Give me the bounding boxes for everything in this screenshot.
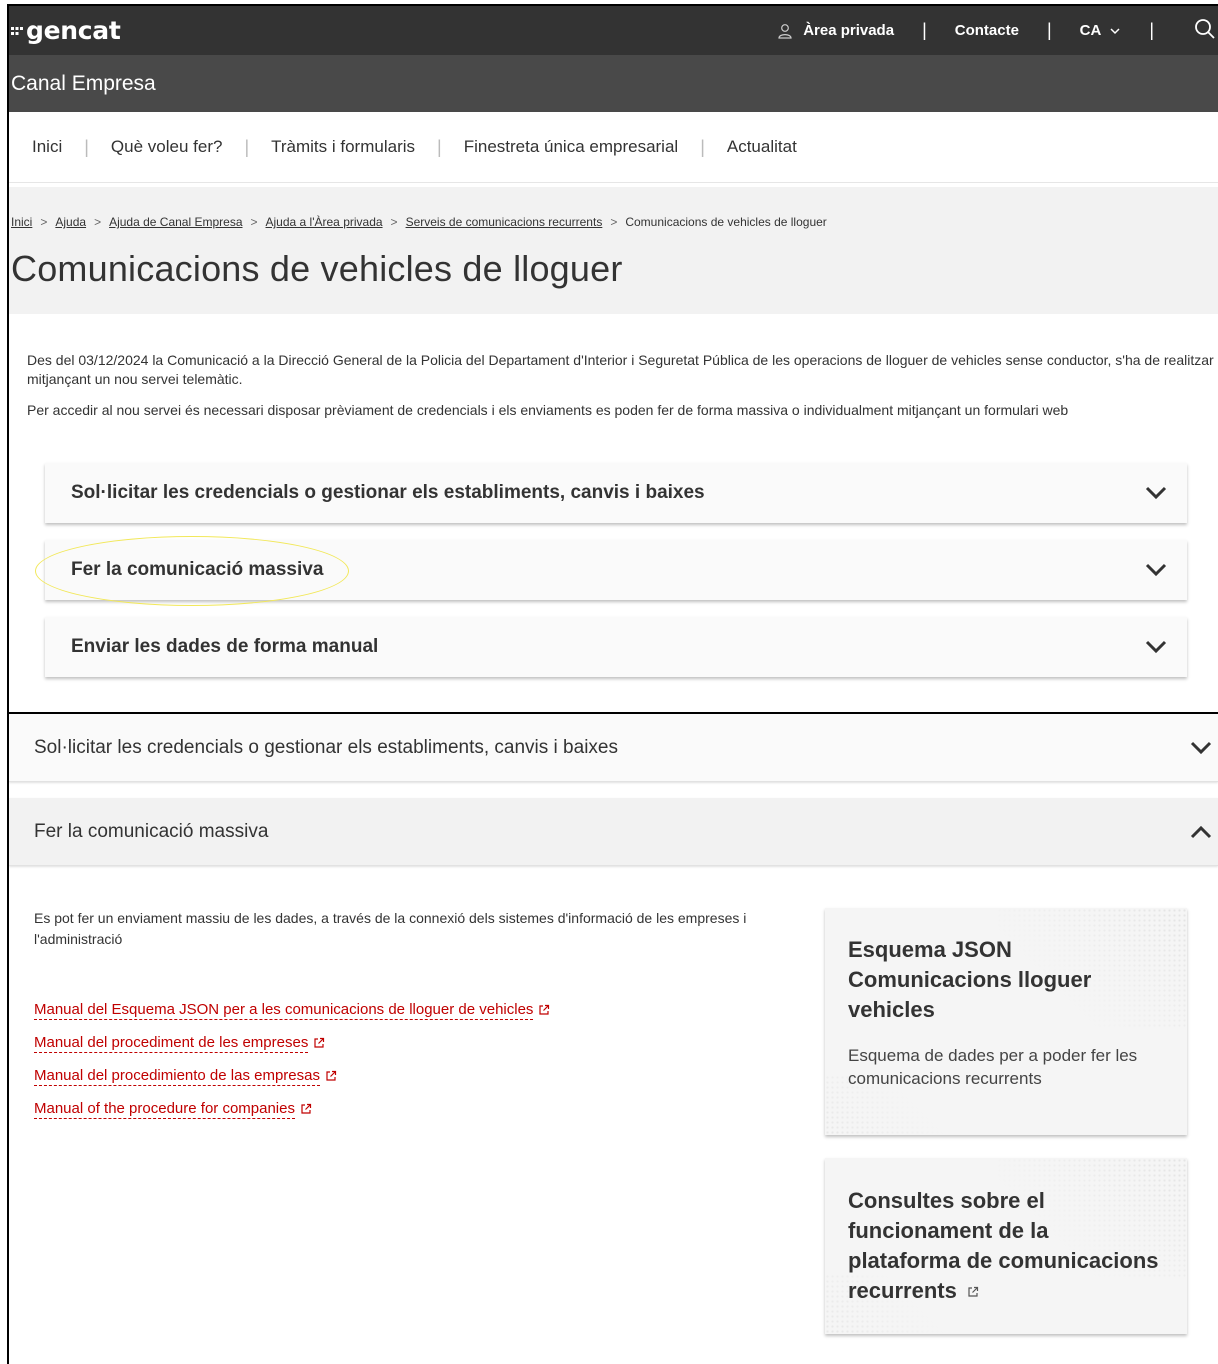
chevron-down-icon — [1145, 563, 1167, 577]
accordion-item-label: Fer la comunicació massiva — [34, 820, 269, 842]
external-link-icon — [968, 1287, 978, 1297]
external-link-icon — [301, 1103, 312, 1114]
accordion-panel-content: Es pot fer un enviament massiu de les da… — [9, 908, 799, 1334]
screenshot-panel-top: gencat Àrea privada | Contacte | CA | Ca… — [7, 4, 1218, 714]
screenshot-panel-bottom: Sol·licitar les credencials o gestionar … — [7, 714, 1218, 1364]
main-nav: Inici | Què voleu fer? | Tràmits i formu… — [9, 112, 1218, 183]
external-link-icon — [539, 1004, 550, 1015]
brand-title[interactable]: Canal Empresa — [11, 72, 156, 96]
main-nav-separator: | — [244, 136, 250, 157]
top-nav-separator: | — [922, 20, 927, 40]
breadcrumb-separator: > — [40, 215, 48, 229]
accordion-item-label: Enviar les dades de forma manual — [71, 636, 379, 657]
accordion-item-massive-open[interactable]: Fer la comunicació massiva — [9, 798, 1218, 866]
manual-link-procedimiento[interactable]: Manual del procedimiento de las empresas — [34, 1066, 799, 1086]
card-json-schema[interactable]: Esquema JSON Comunicacions lloguer vehic… — [825, 908, 1187, 1135]
main-nav-item-que-voleu-fer[interactable]: Què voleu fer? — [111, 137, 223, 157]
accordion: Sol·licitar les credencials o gestionar … — [45, 463, 1187, 677]
page-header: Inici > Ajuda > Ajuda de Canal Empresa >… — [9, 187, 1218, 314]
logo-text: gencat — [26, 16, 121, 45]
accordion-item-credentials[interactable]: Sol·licitar les credencials o gestionar … — [45, 463, 1187, 523]
link-label: Manual del Esquema JSON per a les comuni… — [34, 1001, 534, 1020]
breadcrumb-separator: > — [610, 215, 618, 229]
accordion-item-label: Fer la comunicació massiva — [71, 559, 324, 580]
accordion-panel-massive: Es pot fer un enviament massiu de les da… — [9, 866, 1218, 1334]
link-label: Manual del procediment de les empreses — [34, 1034, 309, 1053]
top-nav: Àrea privada | Contacte | CA | — [777, 6, 1218, 55]
accordion-item-massive[interactable]: Fer la comunicació massiva — [45, 540, 1187, 600]
language-selector[interactable]: CA — [1080, 22, 1122, 39]
chevron-down-icon — [1145, 640, 1167, 654]
chevron-down-icon — [1110, 27, 1120, 34]
main-nav-separator: | — [437, 136, 442, 157]
main-nav-separator: | — [700, 136, 705, 157]
breadcrumb-item[interactable]: Ajuda — [55, 215, 86, 229]
search-icon[interactable] — [1194, 18, 1216, 40]
sidebar-cards: Esquema JSON Comunicacions lloguer vehic… — [825, 908, 1187, 1334]
main-nav-item-finestreta[interactable]: Finestreta única empresarial — [464, 137, 678, 157]
private-area-label: Àrea privada — [803, 22, 895, 39]
gencat-logo[interactable]: gencat — [9, 16, 121, 45]
manual-links: Manual del Esquema JSON per a les comuni… — [34, 1000, 799, 1119]
main-nav-item-inici[interactable]: Inici — [32, 137, 62, 157]
manual-link-json[interactable]: Manual del Esquema JSON per a les comuni… — [34, 1000, 799, 1020]
main-nav-item-tramits[interactable]: Tràmits i formularis — [271, 137, 415, 157]
manual-link-procediment[interactable]: Manual del procediment de les empreses — [34, 1033, 799, 1053]
accordion-description: Es pot fer un enviament massiu de les da… — [34, 910, 747, 947]
intro-paragraph: Des del 03/12/2024 la Comunicació a la D… — [27, 352, 1214, 387]
breadcrumb: Inici > Ajuda > Ajuda de Canal Empresa >… — [11, 187, 1218, 229]
breadcrumb-current: Comunicacions de vehicles de lloguer — [625, 215, 827, 229]
accordion-item-label: Sol·licitar les credencials o gestionar … — [71, 482, 705, 503]
card-title: Consultes sobre el funcionament de la pl… — [848, 1186, 1163, 1306]
private-area-link[interactable]: Àrea privada — [777, 22, 894, 39]
contact-label: Contacte — [954, 22, 1019, 39]
chevron-down-icon — [1145, 486, 1167, 500]
user-icon — [778, 23, 792, 39]
accordion-item-manual[interactable]: Enviar les dades de forma manual — [45, 617, 1187, 677]
card-text: Esquema de dades per a poder fer les com… — [848, 1046, 1138, 1088]
chevron-up-icon — [1190, 825, 1212, 838]
breadcrumb-separator: > — [250, 215, 258, 229]
breadcrumb-separator: > — [390, 215, 398, 229]
gencat-logo-icon — [11, 25, 23, 39]
card-title-text: Consultes sobre el funcionament de la pl… — [848, 1188, 1159, 1303]
top-bar: gencat Àrea privada | Contacte | CA | — [9, 6, 1218, 55]
top-nav-separator: | — [1046, 20, 1052, 40]
main-nav-item-actualitat[interactable]: Actualitat — [727, 137, 797, 157]
breadcrumb-item[interactable]: Serveis de comunicacions recurrents — [406, 215, 603, 229]
link-label: Manual of the procedure for companies — [34, 1100, 295, 1119]
breadcrumb-separator: > — [94, 215, 102, 229]
breadcrumb-item[interactable]: Inici — [11, 215, 32, 229]
manual-link-procedure[interactable]: Manual of the procedure for companies — [34, 1099, 799, 1119]
intro-text: Des del 03/12/2024 la Comunicació a la D… — [9, 314, 1218, 420]
intro-paragraph: Per accedir al nou servei és necessari d… — [27, 402, 1069, 418]
brand-bar: Canal Empresa — [9, 55, 1218, 112]
accordion-item-label: Sol·licitar les credencials o gestionar … — [34, 736, 618, 758]
contact-link[interactable]: Contacte — [955, 22, 1019, 39]
breadcrumb-item[interactable]: Ajuda de Canal Empresa — [109, 215, 242, 229]
card-consultes[interactable]: Consultes sobre el funcionament de la pl… — [825, 1158, 1187, 1334]
breadcrumb-item[interactable]: Ajuda a l'Àrea privada — [266, 215, 383, 229]
external-link-icon — [326, 1070, 337, 1081]
link-label: Manual del procedimiento de las empresas — [34, 1067, 320, 1086]
page-title: Comunicacions de vehicles de lloguer — [11, 248, 623, 289]
chevron-down-icon — [1190, 741, 1212, 754]
main-nav-separator: | — [84, 136, 89, 157]
card-title: Esquema JSON Comunicacions lloguer vehic… — [848, 937, 1092, 1022]
language-label: CA — [1079, 22, 1102, 39]
top-nav-separator: | — [1149, 20, 1154, 40]
external-link-icon — [314, 1037, 325, 1048]
accordion-item-credentials[interactable]: Sol·licitar les credencials o gestionar … — [9, 714, 1218, 782]
